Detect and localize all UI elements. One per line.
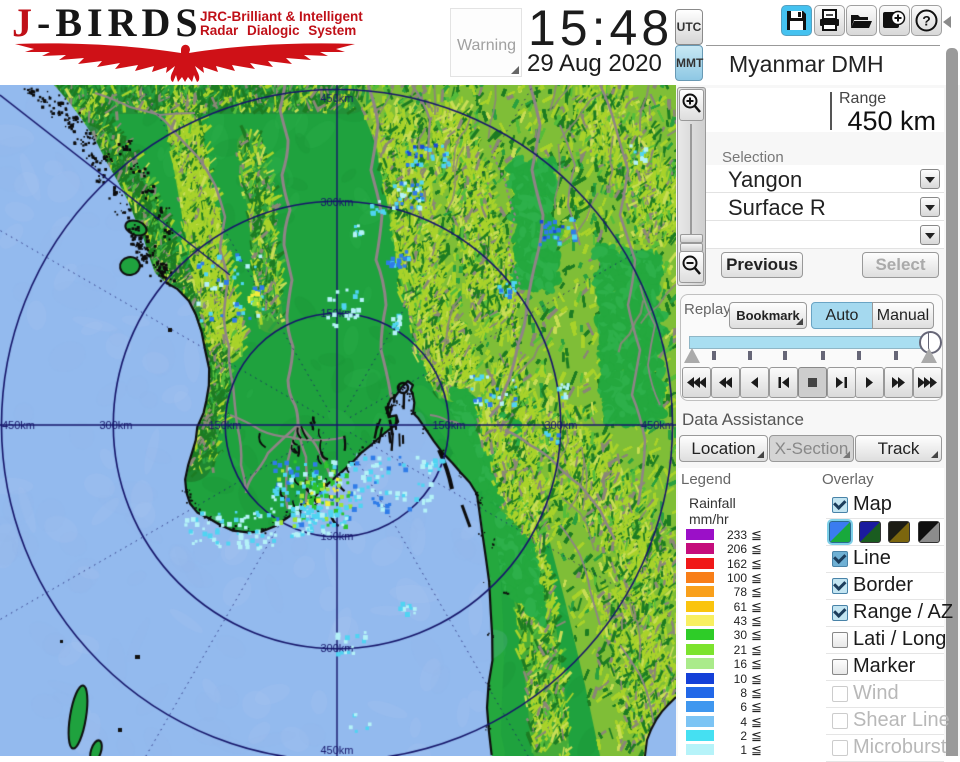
svg-text:?: ?: [922, 13, 931, 29]
